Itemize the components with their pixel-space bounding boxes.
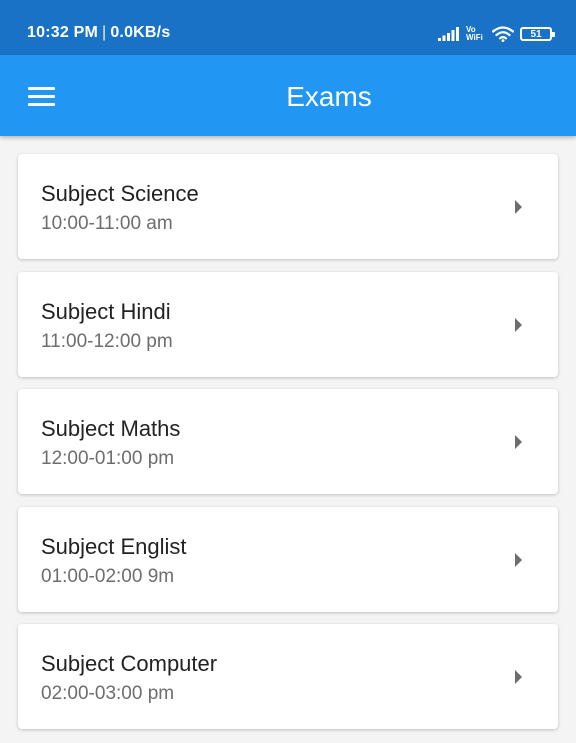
chevron-right-icon [515,317,522,332]
exam-card-hindi[interactable]: Subject Hindi 11:00-12:00 pm [18,271,558,377]
chevron-right-icon [515,670,522,684]
battery-icon: 51 [520,27,555,41]
status-time: 10:32 PM [27,24,98,41]
chevron-right-icon [515,200,522,214]
app-bar: Exams [0,55,576,136]
status-left: 10:32 PM | 0.0KB/s [27,24,170,42]
exam-time: 11:00-12:00 pm [41,330,173,352]
status-icons: Vo WiFi 51 [438,22,555,46]
exam-subject: Subject Computer [41,651,218,676]
exam-subject: Subject Maths [41,416,181,441]
exam-card-maths[interactable]: Subject Maths 12:00-01:00 pm [18,389,558,494]
exam-time: 12:00-01:00 pm [41,448,175,469]
status-separator: | [101,24,107,41]
vowifi-icon: Vo WiFi [466,26,486,42]
exam-time: 10:00-11:00 am [41,213,173,234]
exam-subject: Subject Science [41,181,199,206]
exam-subject: Subject Englist [41,533,187,559]
exam-card-english[interactable]: Subject Englist 01:00-02:00 9m [18,506,558,612]
status-bar: 10:32 PM | 0.0KB/s Vo WiFi 51 [0,0,576,55]
chevron-right-icon [515,552,522,567]
wifi-icon [492,26,514,42]
exam-card-science[interactable]: Subject Science 10:00-11:00 am [18,154,558,259]
page-title: Exams [286,81,372,112]
chevron-right-icon [515,435,522,449]
exam-list: Subject Science 10:00-11:00 am Subject H… [18,154,558,742]
exam-card-computer[interactable]: Subject Computer 02:00-03:00 pm [18,624,558,729]
exam-subject: Subject Hindi [41,298,171,324]
network-speed: 0.0KB/s [110,24,171,41]
battery-level: 51 [530,28,542,40]
vowifi-bottom: WiFi [466,33,483,42]
exam-time: 02:00-03:00 pm [41,683,175,704]
signal-icon [438,27,459,41]
exam-time: 01:00-02:00 9m [41,565,175,587]
